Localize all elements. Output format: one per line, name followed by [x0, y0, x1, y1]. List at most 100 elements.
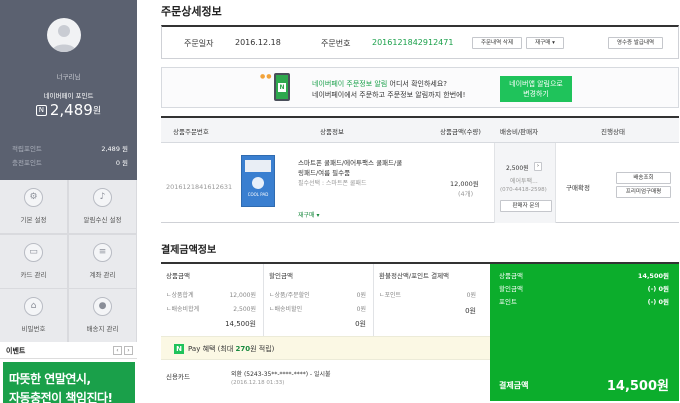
header-status: 진행상태: [601, 128, 625, 136]
payment-title: 결제금액정보: [161, 245, 217, 256]
npay-benefit-text: Pay 혜택 (최대 270원 적립): [188, 344, 274, 354]
shipping-discount-label: ㄴ배송비할인: [269, 306, 303, 313]
product-name-line2[interactable]: 링패드/여름 필수품: [298, 167, 350, 177]
seller-name[interactable]: 에어투팩...: [510, 176, 538, 185]
notice-line1: 네이버페이 주문정보 알림 어디서 확인하세요?: [312, 79, 447, 89]
event-prev-button[interactable]: ‹: [113, 346, 122, 355]
menu-address-management[interactable]: ● 배송지 관리: [69, 289, 136, 342]
ship-fee: 2,500원: [506, 165, 529, 172]
menu-label: 비밀번호: [21, 325, 46, 333]
npay-points: 270: [235, 345, 251, 353]
save-point-value: 2,489 원: [101, 145, 128, 153]
save-point-label: 적립포인트: [12, 145, 42, 153]
charge-point-value: 0 원: [115, 159, 128, 167]
total-discount-value: (-) 0원: [647, 285, 669, 293]
point-label: 네이버페이 포인트: [43, 92, 94, 100]
lock-icon: ⌂: [24, 297, 43, 316]
menu-account-management[interactable]: ≡ 계좌 관리: [69, 235, 136, 288]
product-name-line1[interactable]: 스마트폰 쿨패드/에어투팩스 쿨패드/쿨: [298, 157, 402, 167]
bell-icon: ♪: [93, 188, 112, 207]
charge-point-label: 충전포인트: [12, 159, 42, 167]
menu-password[interactable]: ⌂ 비밀번호: [0, 289, 67, 342]
event-title: 이벤트: [6, 347, 26, 355]
header-price: 상품금액(수량): [440, 128, 481, 136]
delete-order-button[interactable]: 주문내역 삭제: [472, 37, 522, 49]
order-number-value: 2016121842912471: [372, 38, 454, 47]
menu-basic-settings[interactable]: ⚙ 기본 설정: [0, 180, 67, 233]
total-point-label: 포인트: [499, 298, 517, 306]
switch-to-app-alert-button[interactable]: 네이버앱 알림으로 변경하기: [500, 76, 572, 102]
final-amount-value: 14,500원: [606, 379, 669, 394]
save-point-row: 적립포인트 2,489 원: [12, 143, 128, 153]
product-thumbnail[interactable]: COOL PAD: [241, 155, 275, 207]
naverpay-n-icon: N: [35, 104, 47, 116]
phone-icon: N: [274, 73, 290, 101]
shipping-sum-value: 2,500원: [233, 306, 256, 313]
card-detail: 외환 (5243-35**-****-****) - 일시불: [231, 371, 331, 378]
gear-icon: ⚙: [24, 188, 43, 207]
product-amount-title: 상품금액: [166, 272, 190, 280]
button-line2: 변경하기: [523, 90, 549, 98]
card-label: 신용카드: [166, 373, 190, 381]
order-discount-label: ㄴ상품/주문할인: [269, 292, 310, 299]
npay-logo-icon: N: [174, 344, 184, 354]
total-point-value: (-) 0원: [647, 298, 669, 306]
menu-label: 알림수신 설정: [83, 216, 122, 224]
shipping-discount-value: 0원: [356, 306, 366, 313]
product-sum-label: ㄴ상품합계: [166, 292, 194, 299]
track-delivery-button[interactable]: 배송조회: [616, 172, 671, 184]
item-price: 12,000원: [450, 180, 479, 188]
discount-total: 0원: [355, 320, 366, 328]
charge-point-row: 충전포인트 0 원: [12, 157, 128, 167]
point-pay-value: 0원: [466, 292, 476, 299]
product-amount-total: 14,500원: [225, 320, 256, 328]
table-row: 2016121841612631 COOL PAD 스마트폰 쿨패드/에어투팩스…: [161, 143, 679, 223]
event-banner-line2: 자동충전이 책임진다!: [9, 391, 113, 403]
npay-benefit-bar: N Pay 혜택 (최대 270원 적립): [161, 336, 490, 360]
event-banner[interactable]: 따뜻한 연말연시, 자동충전이 책임진다!: [3, 362, 135, 403]
npay-text-post: 원 적립): [250, 345, 275, 353]
point-pay-label: ㄴ포인트: [379, 292, 402, 299]
point-value: 2,489: [49, 101, 93, 119]
product-order-no: 2016121841612631: [166, 183, 233, 191]
menu-label: 배송지 관리: [86, 325, 119, 333]
payment-breakdown: 상품금액 ㄴ상품합계 12,000원 ㄴ배송비합계 2,500원 14,500원…: [161, 264, 490, 336]
payment-total-panel: 상품금액 14,500원 할인금액 (-) 0원 포인트 (-) 0원 결제금액…: [490, 264, 679, 401]
product-option: 필수선택 : 스마트폰 쿨패드: [298, 180, 367, 187]
point-total[interactable]: N 2,489원: [0, 101, 137, 119]
receipt-button[interactable]: 영수증 발급내역: [608, 37, 663, 49]
total-product-value: 14,500원: [637, 272, 669, 280]
menu-card-management[interactable]: ▭ 카드 관리: [0, 235, 67, 288]
order-number-label: 주문번호: [321, 39, 351, 48]
order-discount-value: 0원: [356, 292, 366, 299]
header-order-no: 상품주문번호: [173, 128, 209, 136]
card-payment-row: 신용카드 외환 (5243-35**-****-****) - 일시불 (201…: [161, 360, 490, 401]
header-shipping: 배송비/판매자: [500, 128, 539, 136]
product-sum-value: 12,000원: [229, 292, 256, 299]
ship-fee-info-icon[interactable]: ›: [534, 162, 542, 171]
npay-text-pre: Pay 혜택 (최대: [188, 345, 236, 353]
divider: [263, 264, 264, 336]
notice-highlight: 네이버페이 주문정보 알림: [312, 80, 388, 88]
total-product-label: 상품금액: [499, 272, 523, 280]
refund-total: 0원: [465, 307, 476, 315]
shipping-sum-label: ㄴ배송비합계: [166, 306, 200, 313]
item-reorder-button[interactable]: 재구매 ▾: [298, 210, 319, 219]
notice-line1-rest: 어디서 확인하세요?: [387, 80, 447, 88]
event-next-button[interactable]: ›: [124, 346, 133, 355]
table-header: 상품주문번호 상품정보 상품금액(수량) 배송비/판매자 진행상태: [161, 118, 679, 143]
menu-label: 카드 관리: [20, 271, 47, 279]
menu-notification-settings[interactable]: ♪ 알림수신 설정: [69, 180, 136, 233]
button-line1: 네이버앱 알림으로: [509, 80, 563, 88]
seller-inquiry-button[interactable]: 판매자 문의: [500, 200, 552, 212]
refund-title: 환불정산액/포인트 결제액: [379, 272, 450, 280]
menu-label: 기본 설정: [20, 216, 47, 224]
reorder-button[interactable]: 재구매 ▾: [526, 37, 564, 49]
settings-menu-grid: ⚙ 기본 설정 ♪ 알림수신 설정 ▭ 카드 관리 ≡ 계좌 관리 ⌂ 비밀번호…: [0, 180, 137, 342]
sidebar: 너구리님 네이버페이 포인트 N 2,489원 적립포인트 2,489 원 충전포…: [0, 0, 137, 403]
card-icon: ▭: [24, 243, 43, 262]
avatar[interactable]: [47, 18, 81, 52]
premium-review-button[interactable]: 프리미엄구매평: [616, 186, 671, 198]
sparkle-icon: ●●: [260, 73, 273, 80]
item-qty: (4개): [458, 190, 474, 198]
